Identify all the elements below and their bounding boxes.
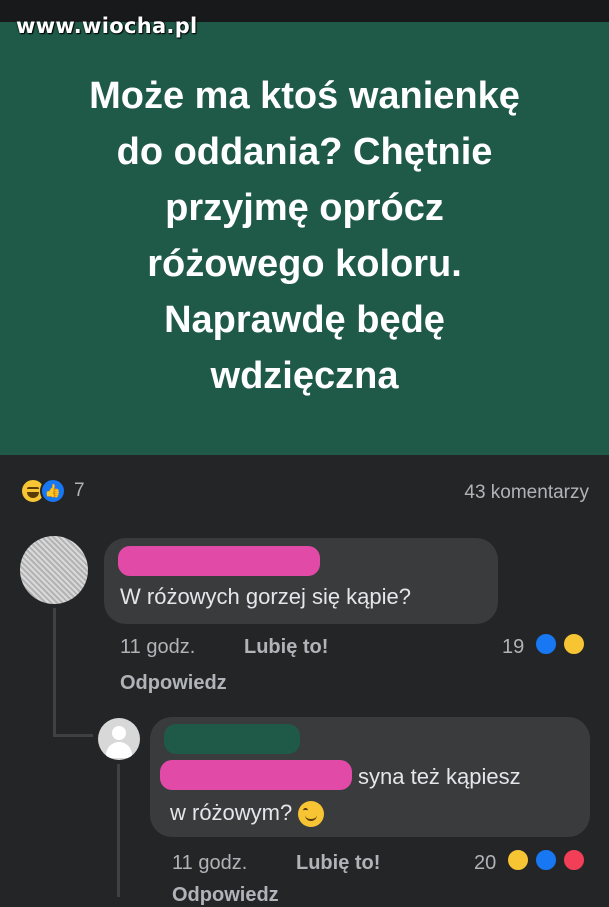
like-button[interactable]: Lubię to! <box>296 852 380 875</box>
post-text-line: przyjmę oprócz <box>165 186 444 229</box>
post-text: Może ma ktoś wanienkę do oddania? Chętni… <box>45 68 565 404</box>
haha-icon <box>562 632 586 656</box>
post-card: Może ma ktoś wanienkę do oddania? Chętni… <box>0 22 609 455</box>
reply-button[interactable]: Odpowiedz <box>172 884 279 907</box>
post-text-line: różowego koloru. <box>147 242 462 285</box>
redacted-author-name <box>118 546 320 576</box>
post-reactions[interactable]: 👍 7 <box>20 478 85 504</box>
like-icon <box>534 632 558 656</box>
reaction-count: 7 <box>74 480 85 501</box>
post-text-line: Może ma ktoś wanienkę <box>89 74 520 117</box>
comment-reaction-count: 19 <box>502 636 525 658</box>
smiling-face-icon <box>298 801 325 828</box>
redacted-mention <box>160 760 352 790</box>
avatar-body <box>106 742 132 758</box>
comment-text-line: syna też kąpiesz <box>358 764 521 789</box>
like-icon <box>534 848 558 872</box>
avatar[interactable] <box>20 536 88 604</box>
avatar-head <box>112 726 126 740</box>
haha-icon <box>506 848 530 872</box>
comment-time[interactable]: 11 godz. <box>172 852 247 875</box>
like-icon: 👍 <box>40 478 66 504</box>
thread-line-branch <box>53 734 93 737</box>
thread-line-reply <box>117 764 120 897</box>
avatar-placeholder-icon[interactable] <box>98 718 140 760</box>
comments-count-link[interactable]: 43 komentarzy <box>464 482 589 504</box>
redacted-author-name <box>164 724 300 754</box>
watermark: www.wiocha.pl <box>16 14 198 38</box>
post-text-line: Naprawdę będę <box>164 298 445 341</box>
reply-button[interactable]: Odpowiedz <box>120 672 227 695</box>
comment-text-line: w różowym? <box>170 800 325 828</box>
like-button[interactable]: Lubię to! <box>244 636 328 659</box>
comment-time[interactable]: 11 godz. <box>120 636 195 659</box>
comment-text-line-2: w różowym? <box>170 800 293 825</box>
comment-text: W różowych gorzej się kąpie? <box>120 584 412 609</box>
love-icon <box>562 848 586 872</box>
post-text-line: wdzięczna <box>210 354 399 397</box>
comment-reaction-count: 20 <box>474 852 497 874</box>
thread-line <box>53 608 56 736</box>
post-text-line: do oddania? Chętnie <box>116 130 493 173</box>
